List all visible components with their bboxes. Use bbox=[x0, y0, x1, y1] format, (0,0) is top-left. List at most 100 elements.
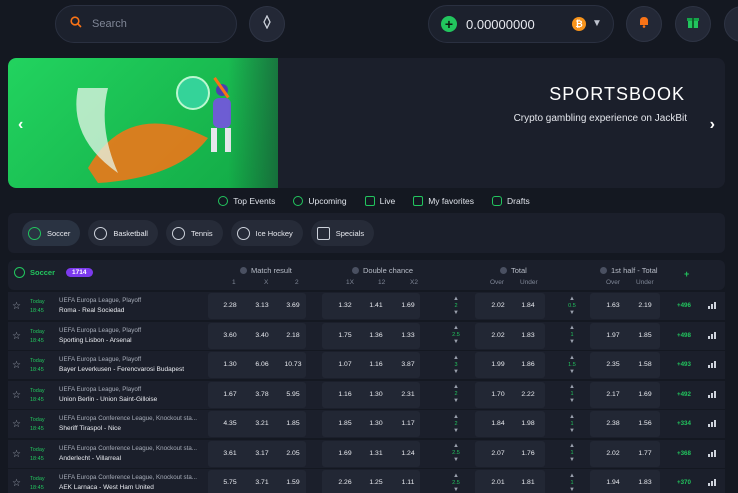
odd-button[interactable]: 3.60 bbox=[215, 332, 245, 339]
table-row[interactable]: ☆ Today 18:45 UEFA Europa League, Playoff Ba… bbox=[8, 351, 725, 379]
odd-button[interactable]: 1.59 bbox=[278, 479, 308, 486]
odd-button[interactable]: 1.11 bbox=[393, 479, 423, 486]
odd-button[interactable]: 1.84 bbox=[513, 302, 543, 309]
tab-upcoming[interactable]: Upcoming bbox=[293, 192, 347, 210]
more-markets-button[interactable]: +498 bbox=[677, 332, 691, 339]
star-icon[interactable]: ☆ bbox=[12, 301, 21, 312]
more-markets-button[interactable]: +493 bbox=[677, 361, 691, 368]
notifications-button[interactable] bbox=[626, 6, 662, 42]
sport-soccer[interactable]: Soccer bbox=[22, 220, 81, 246]
odd-button[interactable]: 1.67 bbox=[215, 391, 245, 398]
star-icon[interactable]: ☆ bbox=[12, 419, 21, 430]
odd-button[interactable]: 1.77 bbox=[630, 450, 660, 457]
sports-toggle-button[interactable] bbox=[249, 6, 285, 42]
odd-button[interactable]: 10.73 bbox=[278, 361, 308, 368]
tab-live[interactable]: Live bbox=[364, 192, 395, 210]
odd-button[interactable]: 2.02 bbox=[483, 302, 513, 309]
odd-button[interactable]: 1.86 bbox=[513, 361, 543, 368]
odd-button[interactable]: 1.69 bbox=[630, 391, 660, 398]
odd-button[interactable]: 3.21 bbox=[247, 420, 277, 427]
sport-ice-hockey[interactable]: Ice Hockey bbox=[230, 220, 303, 246]
teams[interactable]: Anderlecht - Villarreal bbox=[59, 455, 121, 462]
odd-button[interactable]: 1.58 bbox=[630, 361, 660, 368]
odd-button[interactable]: 3.71 bbox=[247, 479, 277, 486]
total-line-selector[interactable]: ▲ 2 ▼ bbox=[445, 413, 467, 435]
odd-button[interactable]: 2.02 bbox=[483, 332, 513, 339]
more-markets-button[interactable]: +492 bbox=[677, 391, 691, 398]
stats-icon[interactable] bbox=[708, 449, 716, 457]
odd-button[interactable]: 3.40 bbox=[247, 332, 277, 339]
half-line-selector[interactable]: ▲ 1 ▼ bbox=[561, 472, 583, 493]
odd-button[interactable]: 3.17 bbox=[247, 450, 277, 457]
odd-button[interactable]: 1.69 bbox=[393, 302, 423, 309]
teams[interactable]: Sporting Lisbon - Arsenal bbox=[59, 337, 132, 344]
odd-button[interactable]: 1.17 bbox=[393, 420, 423, 427]
odd-button[interactable]: 1.69 bbox=[330, 450, 360, 457]
odd-button[interactable]: 1.32 bbox=[330, 302, 360, 309]
half-line-selector[interactable]: ▲ 1.5 ▼ bbox=[561, 354, 583, 376]
more-markets-button[interactable]: +496 bbox=[677, 302, 691, 309]
more-markets-button[interactable]: +368 bbox=[677, 450, 691, 457]
odd-button[interactable]: 2.28 bbox=[215, 302, 245, 309]
odd-button[interactable]: 1.75 bbox=[330, 332, 360, 339]
half-line-selector[interactable]: ▲ 0.5 ▼ bbox=[561, 295, 583, 317]
odd-button[interactable]: 2.31 bbox=[393, 391, 423, 398]
odd-button[interactable]: 1.98 bbox=[513, 420, 543, 427]
add-market-button[interactable]: + bbox=[684, 269, 689, 279]
star-icon[interactable]: ☆ bbox=[12, 390, 21, 401]
stats-icon[interactable] bbox=[708, 479, 716, 486]
chevron-right-icon[interactable]: › bbox=[710, 116, 715, 134]
odd-button[interactable]: 1.31 bbox=[361, 450, 391, 457]
odd-button[interactable]: 2.38 bbox=[598, 420, 628, 427]
table-row[interactable]: ☆ Today 18:45 UEFA Europa Conference League… bbox=[8, 410, 725, 438]
total-line-selector[interactable]: ▲ 2 ▼ bbox=[445, 384, 467, 406]
teams[interactable]: Sheriff Tiraspol - Nice bbox=[59, 425, 121, 432]
odd-button[interactable]: 1.33 bbox=[393, 332, 423, 339]
odd-button[interactable]: 1.84 bbox=[483, 420, 513, 427]
odd-button[interactable]: 1.63 bbox=[598, 302, 628, 309]
odd-button[interactable]: 2.22 bbox=[513, 391, 543, 398]
odd-button[interactable]: 3.78 bbox=[247, 391, 277, 398]
total-line-selector[interactable]: ▲ 2 ▼ bbox=[445, 295, 467, 317]
search-box[interactable] bbox=[55, 5, 237, 43]
total-line-selector[interactable]: ▲ 2.5 ▼ bbox=[445, 472, 467, 493]
teams[interactable]: Union Berlin - Union Saint-Gilloise bbox=[59, 396, 157, 403]
total-line-selector[interactable]: ▲ 2.5 ▼ bbox=[445, 325, 467, 347]
odd-button[interactable]: 4.35 bbox=[215, 420, 245, 427]
odd-button[interactable]: 1.85 bbox=[278, 420, 308, 427]
rewards-button[interactable] bbox=[675, 6, 711, 42]
total-line-selector[interactable]: ▲ 3 ▼ bbox=[445, 354, 467, 376]
odd-button[interactable]: 1.16 bbox=[330, 391, 360, 398]
star-icon[interactable]: ☆ bbox=[12, 449, 21, 460]
odd-button[interactable]: 3.61 bbox=[215, 450, 245, 457]
odd-button[interactable]: 2.35 bbox=[598, 361, 628, 368]
odd-button[interactable]: 2.02 bbox=[598, 450, 628, 457]
odd-button[interactable]: 5.75 bbox=[215, 479, 245, 486]
stats-icon[interactable] bbox=[708, 390, 716, 398]
odd-button[interactable]: 1.97 bbox=[598, 332, 628, 339]
star-icon[interactable]: ☆ bbox=[12, 331, 21, 342]
search-input[interactable] bbox=[92, 18, 212, 30]
odd-button[interactable]: 1.07 bbox=[330, 361, 360, 368]
teams[interactable]: AEK Larnaca - West Ham United bbox=[59, 484, 154, 491]
half-line-selector[interactable]: ▲ 1 ▼ bbox=[561, 443, 583, 465]
odd-button[interactable]: 1.99 bbox=[483, 361, 513, 368]
odd-button[interactable]: 1.30 bbox=[361, 391, 391, 398]
odd-button[interactable]: 1.81 bbox=[513, 479, 543, 486]
odd-button[interactable]: 1.85 bbox=[630, 332, 660, 339]
sport-tennis[interactable]: Tennis bbox=[165, 220, 223, 246]
promo-banner[interactable]: SPORTSBOOK Crypto gambling experience on… bbox=[8, 58, 725, 188]
stats-icon[interactable] bbox=[708, 331, 716, 339]
odd-button[interactable]: 1.85 bbox=[330, 420, 360, 427]
balance-box[interactable]: + 0.00000000 ₿ ▼ bbox=[428, 5, 614, 43]
chevron-left-icon[interactable]: ‹ bbox=[18, 116, 23, 134]
odd-button[interactable]: 1.83 bbox=[513, 332, 543, 339]
profile-button[interactable] bbox=[724, 6, 738, 42]
odd-button[interactable]: 1.24 bbox=[393, 450, 423, 457]
stats-icon[interactable] bbox=[708, 302, 716, 309]
stats-icon[interactable] bbox=[708, 361, 716, 368]
tab-drafts[interactable]: Drafts bbox=[492, 192, 530, 210]
odd-button[interactable]: 2.01 bbox=[483, 479, 513, 486]
odd-button[interactable]: 1.94 bbox=[598, 479, 628, 486]
table-row[interactable]: ☆ Today 18:45 UEFA Europa League, Playoff Sp… bbox=[8, 321, 725, 350]
